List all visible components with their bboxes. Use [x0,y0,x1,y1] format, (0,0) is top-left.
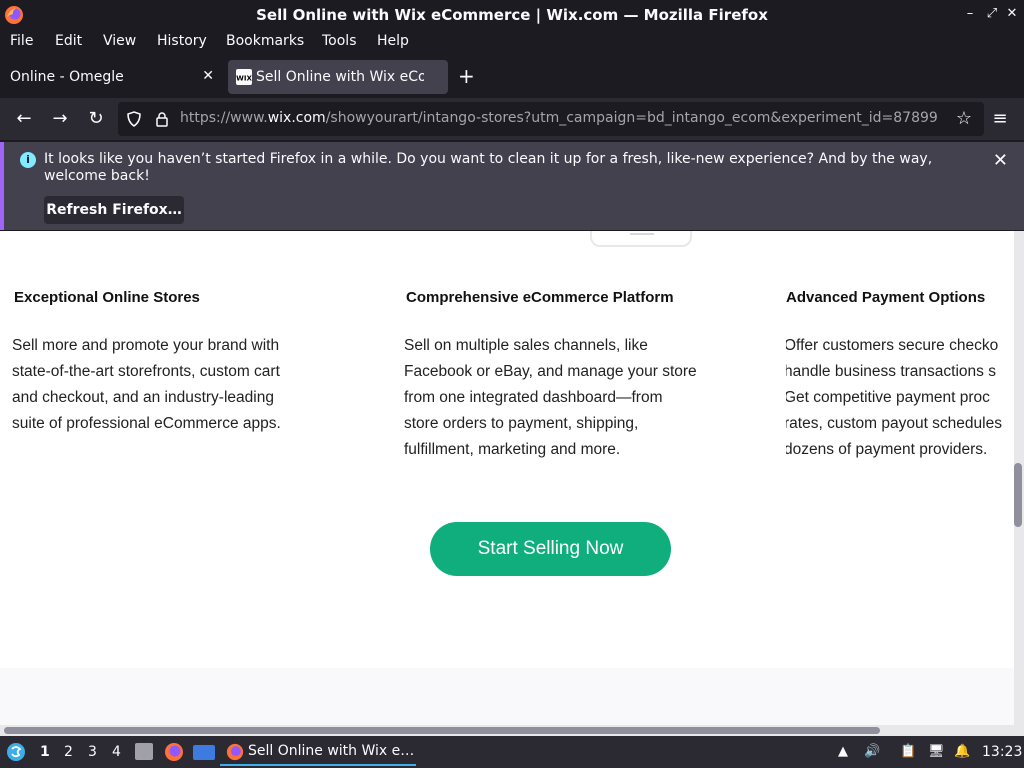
url-domain: wix.com [267,110,326,126]
hamburger-menu-icon[interactable]: ≡ [988,107,1012,131]
feature-column: Exceptional Online Stores Sell more and … [12,289,354,437]
url-bar[interactable]: https://www.wix.com/showyourart/intango-… [118,102,984,136]
info-icon: i [20,152,36,168]
tab-wix[interactable]: WIX Sell Online with Wix eCom [228,60,448,94]
forward-icon[interactable]: → [48,107,72,131]
lock-icon[interactable] [154,111,170,127]
svg-text:WIX: WIX [236,75,252,83]
window-title: Sell Online with Wix eCommerce | Wix.com… [256,6,768,24]
task-label: Sell Online with Wix e… [248,743,415,759]
notice-message: It looks like you haven’t started Firefo… [44,151,933,184]
firefox-refresh-notice: i It looks like you haven’t started Fire… [0,142,1024,230]
tab-omegle[interactable]: Online - Omegle ✕ [0,60,222,94]
menu-help[interactable]: Help [377,33,409,49]
feature-text: Sell on multiple sales channels, like Fa… [404,337,697,458]
refresh-firefox-button[interactable]: Refresh Firefox… [44,196,184,224]
network-icon[interactable]: 🖥 [928,744,945,760]
navigation-toolbar: ← → ↻ https://www.wix.com/showyourart/in… [0,98,1024,140]
menu-edit[interactable]: Edit [55,33,82,49]
start-menu-icon[interactable] [6,742,26,762]
feature-text: Offer customers secure checko handle bus… [786,337,1002,458]
feature-text: Sell more and promote your brand with st… [12,337,281,432]
workspace-1[interactable]: 1 [40,744,50,760]
feature-title: Exceptional Online Stores [14,289,200,306]
menu-history[interactable]: History [157,33,207,49]
vertical-scroll-thumb[interactable] [1014,463,1022,527]
menu-file[interactable]: File [10,33,33,49]
close-window-icon[interactable]: ✕ [1004,6,1020,22]
clipboard-icon[interactable]: 📋 [900,744,916,760]
firefox-task-icon [226,743,244,761]
desktop-icon[interactable] [193,745,215,760]
system-taskbar: 1 2 3 4 Sell Online with Wix e… ▲ 🔊 📋 🖥 … [0,736,1024,768]
minimize-icon[interactable]: – [962,6,978,22]
workspace-3[interactable]: 3 [88,744,97,760]
workspace-2[interactable]: 2 [64,744,73,760]
tab-label: Sell Online with Wix eCom [256,69,424,85]
close-notice-icon[interactable]: ✕ [993,150,1008,171]
section-divider-band [0,668,1014,725]
bookmark-star-icon[interactable]: ☆ [956,108,972,129]
wix-favicon-icon: WIX [236,69,252,85]
menu-bookmarks[interactable]: Bookmarks [226,33,304,49]
tray-updates-icon[interactable]: ▲ [835,744,851,760]
window-titlebar: Sell Online with Wix eCommerce | Wix.com… [0,0,1024,30]
file-manager-icon[interactable] [135,743,153,760]
reload-icon[interactable]: ↻ [84,107,108,131]
feature-title: Comprehensive eCommerce Platform [406,289,674,306]
maximize-icon[interactable]: ⤢ [984,6,1000,22]
tab-label: Online - Omegle [10,69,124,85]
new-tab-icon[interactable]: + [458,64,475,88]
menu-bar: File Edit View History Bookmarks Tools H… [0,30,1024,54]
menu-view[interactable]: View [103,33,136,49]
clock: 13:23 [982,744,1023,760]
horizontal-scroll-thumb[interactable] [4,727,880,734]
start-selling-button[interactable]: Start Selling Now [430,522,671,576]
notifications-icon[interactable]: 🔔 [954,744,970,760]
feature-column: Comprehensive eCommerce Platform Sell on… [404,289,746,463]
feature-title: Advanced Payment Options [786,289,986,306]
tab-close-icon[interactable]: ✕ [202,68,214,84]
volume-icon[interactable]: 🔊 [864,744,880,760]
shield-icon[interactable] [126,111,142,127]
firefox-launcher-icon[interactable] [164,742,184,762]
workspace-4[interactable]: 4 [112,744,121,760]
device-mockup-edge [590,231,692,247]
page-content: Exceptional Online Stores Sell more and … [0,231,1014,725]
taskbar-firefox-window[interactable]: Sell Online with Wix e… [220,738,416,766]
url-path: /showyourart/intango-stores?utm_campaign… [325,110,938,126]
feature-column: Advanced Payment Options Offer customers… [786,289,1014,463]
back-icon[interactable]: ← [12,107,36,131]
url-prefix: https://www. [180,110,268,126]
url-text[interactable]: https://www.wix.com/showyourart/intango-… [180,110,940,126]
tab-strip: Online - Omegle ✕ WIX Sell Online with W… [0,56,1024,98]
menu-tools[interactable]: Tools [322,33,357,49]
